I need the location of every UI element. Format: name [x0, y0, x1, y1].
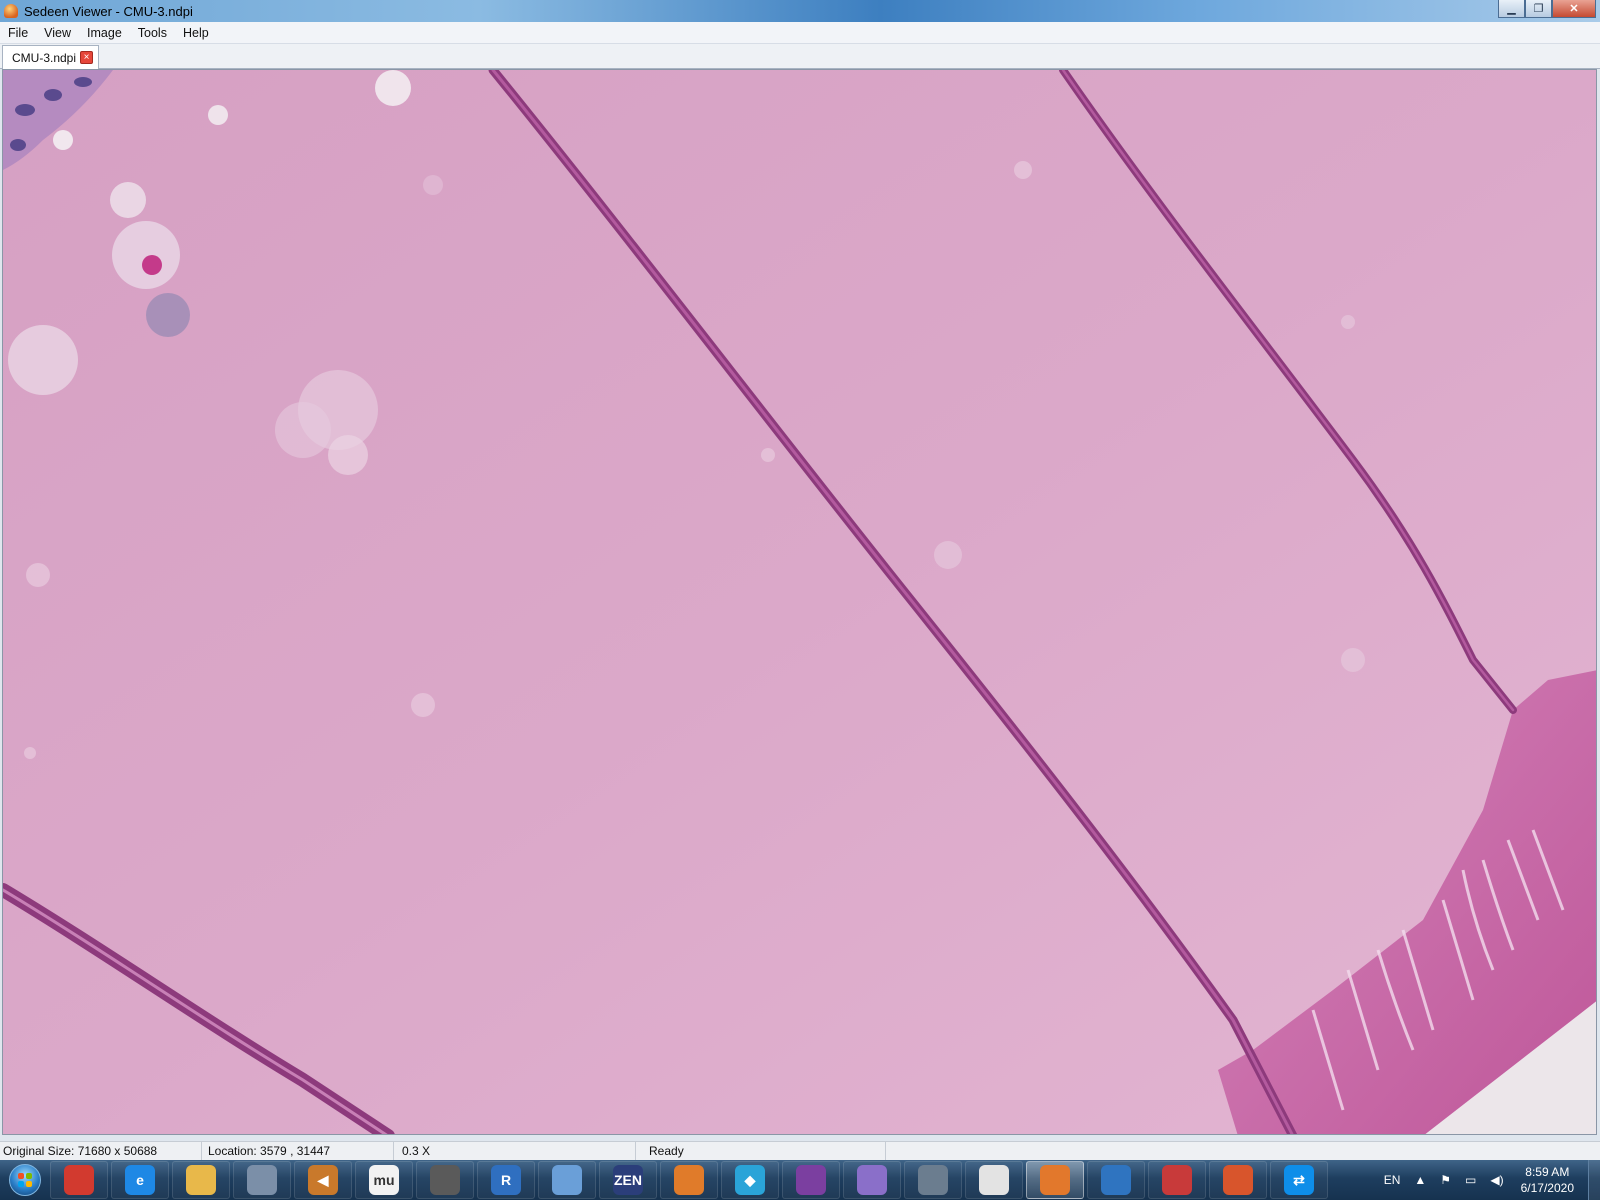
- clock-time: 8:59 AM: [1525, 1165, 1570, 1179]
- taskbar-button-matlab[interactable]: [1209, 1161, 1267, 1199]
- teamviewer-icon: ⇄: [1284, 1165, 1314, 1195]
- microphone-icon: [430, 1165, 460, 1195]
- remote-desktop-icon: [1101, 1165, 1131, 1195]
- internet-explorer-icon: e: [125, 1165, 155, 1195]
- title-bar: Sedeen Viewer - CMU-3.ndpi ▁ ❐ ✕: [0, 0, 1600, 22]
- magnifier-icon: [857, 1165, 887, 1195]
- taskbar-button-chrome[interactable]: [50, 1161, 108, 1199]
- taskbar-button-speaker[interactable]: ◀: [294, 1161, 352, 1199]
- menu-help[interactable]: Help: [175, 26, 217, 40]
- taskbar-button-r[interactable]: R: [477, 1161, 535, 1199]
- file-explorer-icon: [186, 1165, 216, 1195]
- taskbar-button-diamond[interactable]: ◆: [721, 1161, 779, 1199]
- calculator-icon: [247, 1165, 277, 1195]
- taskbar-button-cat[interactable]: [782, 1161, 840, 1199]
- show-hidden-icons-icon[interactable]: ▲: [1414, 1173, 1426, 1187]
- cubes-icon: [674, 1165, 704, 1195]
- close-button[interactable]: ✕: [1552, 0, 1596, 18]
- menu-image[interactable]: Image: [79, 26, 130, 40]
- taskbar-button-snipping[interactable]: [1148, 1161, 1206, 1199]
- slide-image: [3, 70, 1596, 1134]
- taskbar-button-paint[interactable]: [538, 1161, 596, 1199]
- menu-bar: File View Image Tools Help: [0, 22, 1600, 44]
- status-location: Location: 3579 , 31447: [202, 1142, 394, 1160]
- sedeen-icon: [1040, 1165, 1070, 1195]
- cat-icon: [796, 1165, 826, 1195]
- taskbar-button-file-explorer[interactable]: [172, 1161, 230, 1199]
- window-controls: ▁ ❐ ✕: [1498, 0, 1596, 18]
- document-tab-bar: CMU-3.ndpi ×: [0, 44, 1600, 69]
- show-desktop-button[interactable]: [1588, 1160, 1600, 1200]
- menu-file[interactable]: File: [0, 26, 36, 40]
- taskbar-button-teamviewer[interactable]: ⇄: [1270, 1161, 1328, 1199]
- paint-icon: [552, 1165, 582, 1195]
- taskbar-button-search-globe[interactable]: [904, 1161, 962, 1199]
- r-icon: R: [491, 1165, 521, 1195]
- taskbar-app-list: e ◀ mu R ZEN ◆ ⇄: [50, 1161, 1331, 1199]
- taskbar-button-zen[interactable]: ZEN: [599, 1161, 657, 1199]
- taskbar-button-sedeen[interactable]: [1026, 1161, 1084, 1199]
- status-zoom: 0.3 X: [394, 1142, 636, 1160]
- clock[interactable]: 8:59 AM 6/17/2020: [1521, 1164, 1574, 1196]
- chrome-icon: [64, 1165, 94, 1195]
- taskbar-button-slide[interactable]: [965, 1161, 1023, 1199]
- slide-icon: [979, 1165, 1009, 1195]
- clock-date: 6/17/2020: [1520, 1181, 1574, 1195]
- taskbar-button-cubes[interactable]: [660, 1161, 718, 1199]
- speaker-icon: ◀: [308, 1165, 338, 1195]
- diamond-icon: ◆: [735, 1165, 765, 1195]
- menu-tools[interactable]: Tools: [130, 26, 175, 40]
- language-indicator[interactable]: EN: [1384, 1173, 1401, 1187]
- taskbar-button-calculator[interactable]: [233, 1161, 291, 1199]
- taskbar-button-microphone[interactable]: [416, 1161, 474, 1199]
- taskbar-button-internet-explorer[interactable]: e: [111, 1161, 169, 1199]
- restore-button[interactable]: ❐: [1525, 0, 1552, 18]
- taskbar-button-remote-desktop[interactable]: [1087, 1161, 1145, 1199]
- taskbar-button-mu-editor[interactable]: mu: [355, 1161, 413, 1199]
- minimize-button[interactable]: ▁: [1498, 0, 1525, 18]
- mu-editor-icon: mu: [369, 1165, 399, 1195]
- network-icon[interactable]: ▭: [1465, 1173, 1476, 1187]
- taskbar-button-magnifier[interactable]: [843, 1161, 901, 1199]
- menu-view[interactable]: View: [36, 26, 79, 40]
- window-title: Sedeen Viewer - CMU-3.ndpi: [24, 3, 193, 19]
- start-button[interactable]: [0, 1160, 50, 1200]
- status-bar: Original Size: 71680 x 50688 Location: 3…: [0, 1141, 1600, 1160]
- matlab-icon: [1223, 1165, 1253, 1195]
- volume-icon[interactable]: ◀): [1490, 1173, 1503, 1187]
- search-globe-icon: [918, 1165, 948, 1195]
- slide-viewer-canvas[interactable]: [2, 69, 1597, 1135]
- snipping-icon: [1162, 1165, 1192, 1195]
- tab-label: CMU-3.ndpi: [12, 50, 77, 65]
- tab-cmu-3[interactable]: CMU-3.ndpi ×: [2, 45, 99, 69]
- status-original-size: Original Size: 71680 x 50688: [0, 1142, 202, 1160]
- sedeen-app-icon: [4, 4, 18, 18]
- tab-close-icon[interactable]: ×: [80, 51, 94, 64]
- zen-icon: ZEN: [613, 1165, 643, 1195]
- windows-taskbar: e ◀ mu R ZEN ◆ ⇄ EN ▲ ⚑ ▭ ◀) 8:59 AM 6/17/2020: [0, 1160, 1600, 1200]
- action-center-flag-icon[interactable]: ⚑: [1440, 1173, 1451, 1187]
- windows-logo-icon: [9, 1164, 41, 1196]
- status-state: Ready: [636, 1142, 886, 1160]
- system-tray: EN ▲ ⚑ ▭ ◀) 8:59 AM 6/17/2020: [1377, 1160, 1600, 1200]
